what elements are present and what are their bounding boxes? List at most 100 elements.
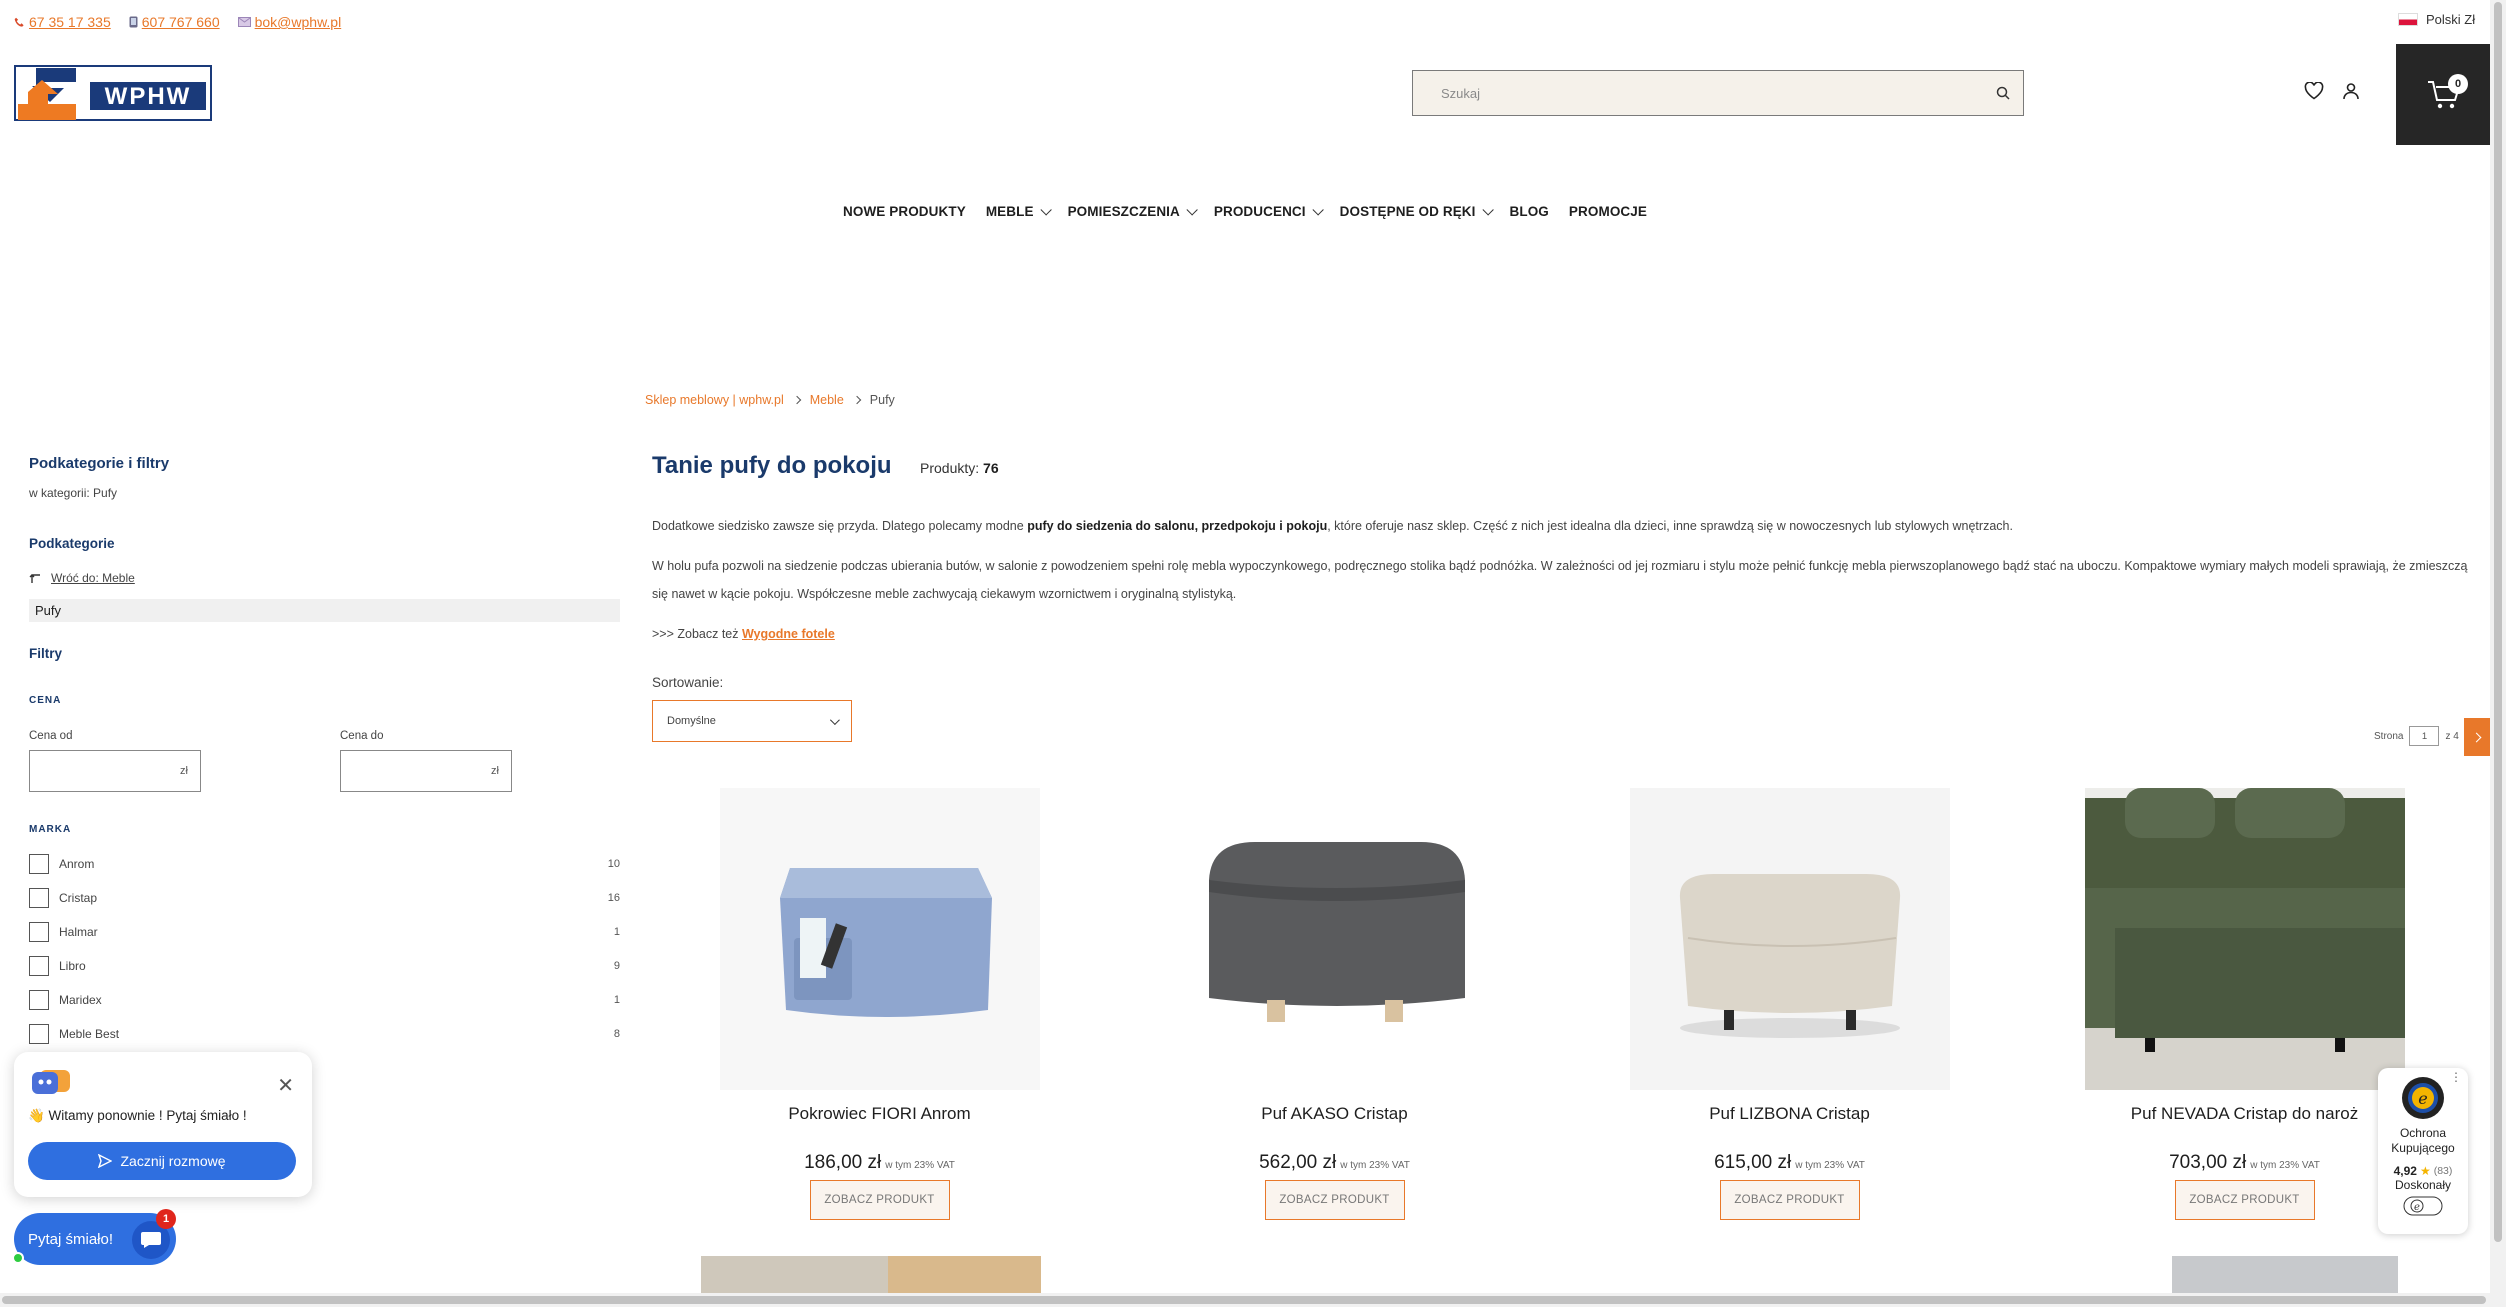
mobile-link[interactable]: 607 767 660 bbox=[129, 14, 220, 30]
price-from-input[interactable]: zł bbox=[29, 750, 201, 792]
product-price: 562,00 zł w tym 23% VAT bbox=[1259, 1152, 1410, 1174]
nav-item-rooms[interactable]: POMIESZCZENIA bbox=[1068, 203, 1198, 219]
scrollbar-thumb[interactable] bbox=[2, 1296, 2486, 1304]
email-link[interactable]: bok@wphw.pl bbox=[237, 14, 341, 30]
nav-label: PRODUCENCI bbox=[1213, 204, 1306, 219]
start-chat-button[interactable]: Zacznij rozmowę bbox=[28, 1142, 296, 1180]
brand-name: Cristap bbox=[59, 891, 98, 905]
nav-item-promotions[interactable]: PROMOCJE bbox=[1569, 204, 1647, 219]
nav-item-in-stock[interactable]: DOSTĘPNE OD RĘKI bbox=[1339, 203, 1494, 219]
phone-icon bbox=[14, 17, 24, 27]
nav-label: NOWE PRODUKTY bbox=[843, 204, 966, 219]
close-icon[interactable]: ✕ bbox=[277, 1076, 294, 1096]
price-to-input[interactable]: zł bbox=[340, 750, 512, 792]
product-name[interactable]: Puf AKASO Cristap bbox=[1261, 1104, 1407, 1124]
horizontal-scrollbar[interactable] bbox=[0, 1293, 2490, 1307]
desc-bold: pufy do siedzenia do salonu, przedpokoju… bbox=[1027, 519, 1328, 533]
brand-count: 16 bbox=[607, 892, 620, 904]
brand-checkbox[interactable] bbox=[29, 854, 49, 874]
scrollbar-thumb[interactable] bbox=[2494, 2, 2502, 1242]
phone-number: 67 35 17 335 bbox=[29, 14, 111, 30]
product-image[interactable] bbox=[1629, 788, 1950, 1090]
nav-item-blog[interactable]: BLOG bbox=[1510, 204, 1549, 219]
breadcrumb-home[interactable]: Sklep meblowy | wphw.pl bbox=[645, 393, 784, 407]
price-vat-note: w tym 23% VAT bbox=[885, 1160, 955, 1171]
product-image-partial[interactable] bbox=[701, 1256, 1041, 1298]
product-image[interactable] bbox=[1174, 788, 1495, 1090]
trusted-shops-e-icon: e bbox=[2403, 1196, 2443, 1216]
price-vat-note: w tym 23% VAT bbox=[2250, 1160, 2320, 1171]
see-also: >>> Zobacz też Wygodne fotele bbox=[652, 620, 2478, 648]
page-label: Strona bbox=[2374, 730, 2404, 742]
description-paragraph: W holu pufa pozwoli na siedzenie podczas… bbox=[652, 559, 2468, 601]
view-product-button[interactable]: ZOBACZ PRODUKT bbox=[1719, 1180, 1860, 1220]
svg-text:e: e bbox=[2418, 1089, 2427, 1108]
vertical-scrollbar[interactable] bbox=[2490, 0, 2506, 1307]
brand-checkbox[interactable] bbox=[29, 888, 49, 908]
nav-label: DOSTĘPNE OD RĘKI bbox=[1339, 204, 1476, 219]
page-number-input[interactable]: 1 bbox=[2409, 726, 2440, 746]
brand-filter-item[interactable]: Maridex 1 bbox=[29, 983, 620, 1017]
product-image-partial[interactable] bbox=[2172, 1256, 2398, 1298]
product-name[interactable]: Puf NEVADA Cristap do naroż bbox=[2131, 1104, 2358, 1124]
phone-link[interactable]: 67 35 17 335 bbox=[14, 14, 111, 30]
mobile-icon bbox=[129, 16, 138, 28]
chevron-down-icon bbox=[829, 714, 840, 725]
more-options-icon[interactable]: ⋮ bbox=[2450, 1070, 2462, 1084]
cart-button[interactable]: 0 bbox=[2396, 44, 2492, 145]
wishlist-heart-icon[interactable] bbox=[2304, 81, 2324, 105]
trusted-shops-badge[interactable]: ⋮ e Ochrona Kupującego 4,92 ★ (83) Dosko… bbox=[2378, 1068, 2468, 1234]
view-product-button[interactable]: ZOBACZ PRODUKT bbox=[1264, 1180, 1405, 1220]
breadcrumb-furniture[interactable]: Meble bbox=[810, 393, 844, 407]
search-input[interactable] bbox=[1413, 71, 1983, 115]
price-to-group: Cena do zł bbox=[340, 730, 512, 792]
svg-text:e: e bbox=[2414, 1202, 2420, 1213]
search-icon[interactable] bbox=[1983, 86, 2023, 100]
main-navigation: NOWE PRODUKTY MEBLE POMIESZCZENIA PRODUC… bbox=[0, 203, 2490, 219]
currency-suffix: zł bbox=[491, 765, 499, 777]
brand-filter-item[interactable]: Libro 9 bbox=[29, 949, 620, 983]
back-to-furniture-link[interactable]: Wróć do: Meble bbox=[29, 571, 620, 585]
product-count-value: 76 bbox=[983, 460, 999, 476]
trust-line-1: Ochrona bbox=[2399, 1126, 2446, 1140]
product-price: 703,00 zł w tym 23% VAT bbox=[2169, 1152, 2320, 1174]
product-card: Puf LIZBONA Cristap 615,00 zł w tym 23% V… bbox=[1562, 788, 2017, 1220]
nav-item-furniture[interactable]: MEBLE bbox=[986, 203, 1052, 219]
chat-launcher[interactable]: Pytaj śmiało! 1 bbox=[14, 1209, 176, 1265]
sort-select[interactable]: Domyślne bbox=[652, 700, 852, 742]
product-image[interactable] bbox=[719, 788, 1040, 1090]
brand-filter-item[interactable]: Halmar 1 bbox=[29, 915, 620, 949]
view-product-button[interactable]: ZOBACZ PRODUKT bbox=[2174, 1180, 2315, 1220]
brand-filter-item[interactable]: Cristap 16 bbox=[29, 881, 620, 915]
brand-name: Maridex bbox=[59, 993, 102, 1007]
view-product-button[interactable]: ZOBACZ PRODUKT bbox=[809, 1180, 950, 1220]
account-user-icon[interactable] bbox=[2342, 82, 2360, 105]
review-count: (83) bbox=[2433, 1165, 2453, 1177]
product-name[interactable]: Puf LIZBONA Cristap bbox=[1709, 1104, 1870, 1124]
sort-value: Domyślne bbox=[667, 715, 716, 727]
cart-count-badge: 0 bbox=[2448, 74, 2468, 94]
start-chat-label: Zacznij rozmowę bbox=[120, 1153, 226, 1169]
brand-checkbox[interactable] bbox=[29, 990, 49, 1010]
store-logo[interactable]: WPHW bbox=[14, 64, 214, 124]
product-name[interactable]: Pokrowiec FIORI Anrom bbox=[788, 1104, 970, 1124]
currency-switcher[interactable]: Polski Zł bbox=[2398, 12, 2475, 27]
product-count-label: Produkty: bbox=[920, 460, 980, 476]
see-also-link[interactable]: Wygodne fotele bbox=[742, 627, 835, 641]
brand-checkbox[interactable] bbox=[29, 1024, 49, 1044]
nav-item-producers[interactable]: PRODUCENCI bbox=[1213, 203, 1324, 219]
currency-label: Polski Zł bbox=[2426, 12, 2476, 27]
brand-filter-item[interactable]: Meble Best 8 bbox=[29, 1017, 620, 1051]
brand-checkbox[interactable] bbox=[29, 956, 49, 976]
product-image[interactable] bbox=[2084, 788, 2405, 1090]
wphw-logo-icon: WPHW bbox=[14, 65, 212, 121]
filter-sidebar: Podkategorie i filtry w kategorii: Pufy … bbox=[29, 455, 620, 1051]
star-icon: ★ bbox=[2419, 1164, 2431, 1178]
next-page-button[interactable] bbox=[2464, 718, 2492, 756]
breadcrumb-current: Pufy bbox=[869, 393, 895, 407]
brand-filter-item[interactable]: Anrom 10 bbox=[29, 847, 620, 881]
brand-checkbox[interactable] bbox=[29, 922, 49, 942]
subcategory-pufy[interactable]: Pufy bbox=[29, 599, 620, 622]
nav-item-new-products[interactable]: NOWE PRODUKTY bbox=[843, 204, 966, 219]
chevron-down-icon bbox=[1186, 203, 1198, 216]
